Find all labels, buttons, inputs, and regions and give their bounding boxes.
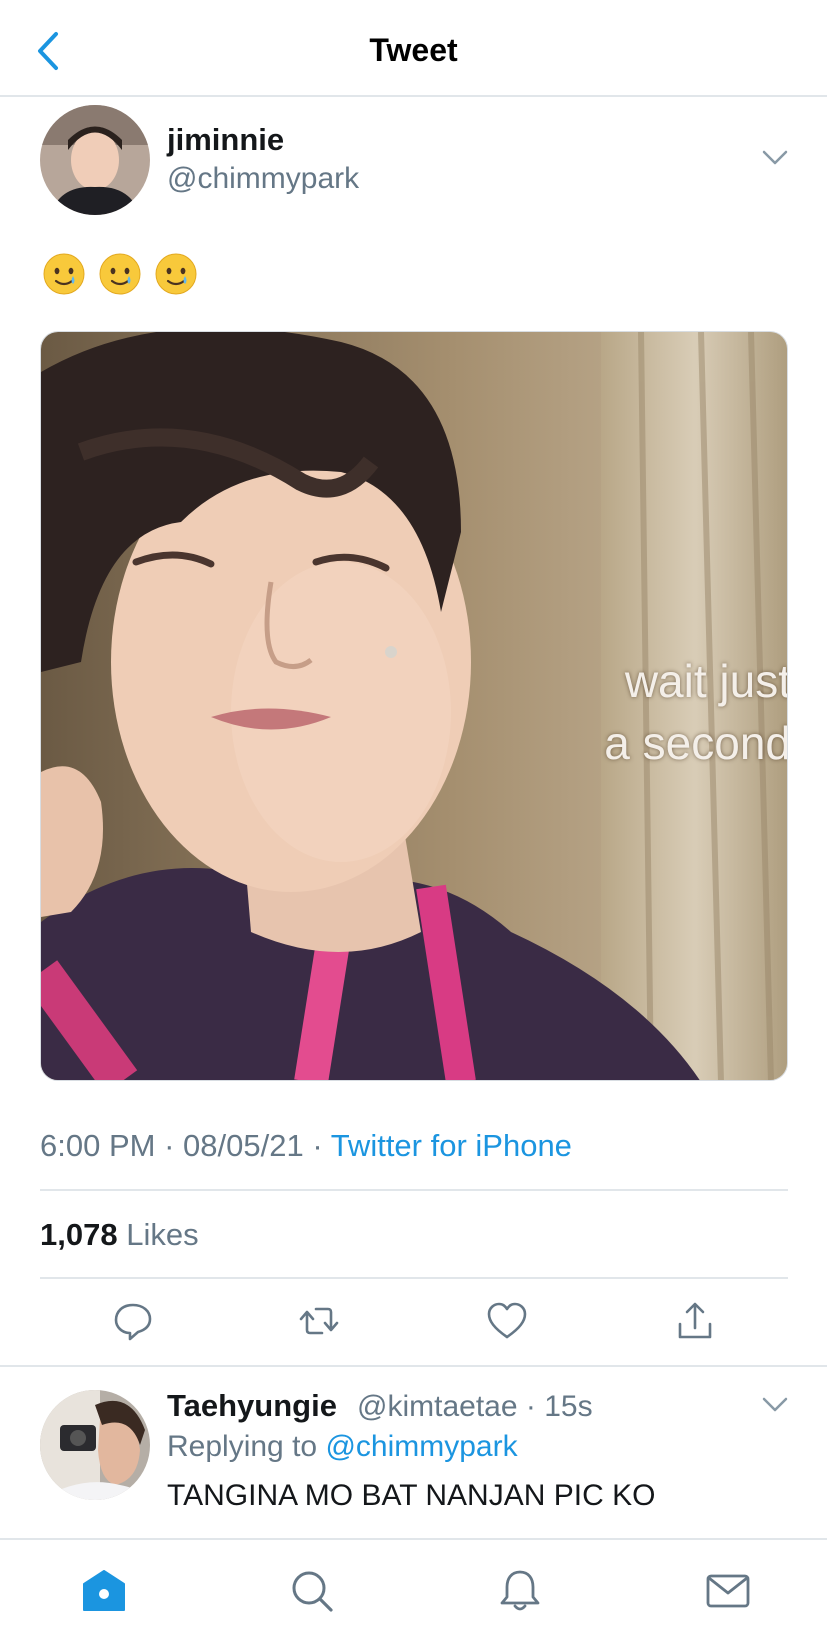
reply-time: 15s [544, 1390, 593, 1423]
smiling-tear-emoji-icon [155, 253, 197, 295]
search-icon[interactable] [289, 1568, 335, 1614]
likes-count[interactable]: 1,078 Likes [40, 1217, 199, 1253]
bell-icon[interactable] [497, 1568, 543, 1614]
navigation-bar: Tweet [0, 0, 827, 97]
media-caption: wait just a second [511, 650, 788, 774]
retweet-icon[interactable] [298, 1300, 340, 1342]
author-handle[interactable]: @chimmypark [167, 162, 359, 196]
media-caption-line: wait just [624, 655, 788, 707]
author-display-name[interactable]: jiminnie [167, 122, 284, 158]
divider [0, 1365, 827, 1367]
page-title: Tweet [369, 32, 458, 68]
separator-dot: · [312, 1128, 331, 1163]
tweet-text [42, 252, 198, 296]
tweet-timestamp: 6:00 PM · 08/05/21 · Twitter for iPhone [40, 1128, 572, 1164]
author-avatar[interactable] [40, 105, 150, 215]
tweet-time: 6:00 PM [40, 1128, 156, 1163]
tweet-source-link[interactable]: Twitter for iPhone [331, 1128, 572, 1163]
heart-icon[interactable] [486, 1300, 528, 1342]
reply-avatar[interactable] [40, 1390, 150, 1500]
home-icon[interactable] [81, 1568, 127, 1614]
smiling-tear-emoji-icon [99, 253, 141, 295]
tweet-actions [40, 1300, 788, 1344]
mail-icon[interactable] [705, 1568, 751, 1614]
reply-icon[interactable] [112, 1300, 154, 1342]
reply-handle[interactable]: @kimtaetae [357, 1390, 518, 1423]
bottom-tab-bar [0, 1538, 827, 1645]
reply-text: TANGINA MO BAT NANJAN PIC KO [167, 1479, 656, 1512]
reply-display-name[interactable]: Taehyungie [167, 1388, 337, 1424]
tweet-date: 08/05/21 [183, 1128, 304, 1163]
chevron-down-icon[interactable] [762, 150, 788, 166]
reply-handle-time: @kimtaetae · 15s [357, 1390, 593, 1424]
replying-to: Replying to @chimmypark [167, 1430, 518, 1464]
smiling-tear-emoji-icon [43, 253, 85, 295]
likes-label: Likes [126, 1217, 199, 1252]
share-icon[interactable] [674, 1300, 716, 1342]
separator-dot: · [525, 1390, 536, 1423]
separator-dot: · [164, 1128, 184, 1163]
tweet-media-image[interactable]: wait just a second [40, 331, 788, 1081]
divider [40, 1277, 788, 1279]
chevron-down-icon[interactable] [762, 1397, 788, 1413]
divider [40, 1189, 788, 1191]
replying-to-label: Replying to [167, 1430, 318, 1463]
replying-to-mention[interactable]: @chimmypark [325, 1430, 517, 1463]
likes-number: 1,078 [40, 1217, 118, 1252]
media-caption-line: a second [604, 717, 788, 769]
